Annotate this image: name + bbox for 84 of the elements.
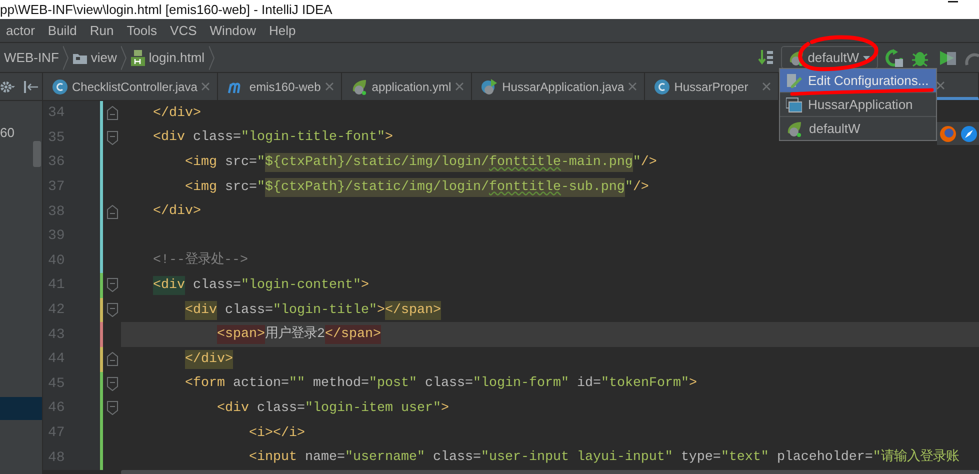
folder-icon [72, 52, 87, 64]
change-marker[interactable] [100, 174, 103, 200]
code-line: <div class="login-item user"> [216, 400, 449, 418]
code-line: <i></i> [248, 424, 305, 443]
spring-icon [786, 120, 803, 136]
coverage-icon[interactable] [939, 48, 957, 66]
change-marker[interactable] [100, 298, 103, 322]
fold-icon[interactable] [106, 401, 118, 416]
code-line: <img src="${ctxPath}/static/img/login/fonttitle-main.png"/> [184, 152, 657, 172]
chevron-icon [62, 46, 69, 70]
menu-item[interactable]: Build [42, 23, 83, 38]
edit-icon [786, 72, 802, 88]
fold-icon[interactable] [106, 204, 118, 219]
close-icon[interactable] [628, 82, 638, 91]
application-window-icon [786, 96, 802, 112]
fold-icon[interactable] [106, 106, 118, 120]
code-line: <div class="login-title"></span> [184, 300, 441, 320]
firefox-icon[interactable] [940, 126, 956, 142]
close-icon[interactable] [936, 80, 945, 90]
fold-icon[interactable] [106, 130, 118, 145]
change-marker[interactable] [100, 445, 103, 470]
horizontal-scrollbar[interactable] [121, 470, 979, 474]
close-icon[interactable] [324, 82, 334, 91]
fold-icon[interactable] [106, 352, 118, 366]
scrollbar-thumb[interactable] [33, 141, 41, 167]
caret-icon [862, 54, 871, 60]
change-marker[interactable] [100, 248, 103, 274]
breadcrumb-item[interactable]: view [68, 50, 121, 65]
code-line: <span>用户登录2</span> [216, 325, 381, 344]
menu-item[interactable]: HussarApplication [780, 93, 936, 117]
safari-icon[interactable] [961, 126, 977, 142]
menu-item[interactable]: Run [84, 23, 120, 38]
editor-tab[interactable]: ChecklistController.java [43, 73, 218, 100]
fold-icon[interactable] [106, 303, 118, 318]
code-line: <form action="" method="post" class="login-form" id="tokenForm"> [184, 375, 697, 394]
spring-icon [350, 78, 368, 94]
change-marker[interactable] [100, 273, 103, 298]
menu-item[interactable]: defaultW [780, 117, 936, 140]
change-marker[interactable] [100, 322, 103, 347]
class-icon [52, 78, 68, 94]
change-marker[interactable] [100, 150, 103, 175]
minimize-icon[interactable] [948, 0, 958, 4]
breadcrumb-item[interactable]: login.html [126, 50, 209, 66]
rerun-icon[interactable] [885, 48, 903, 66]
change-marker[interactable] [100, 101, 103, 126]
close-icon[interactable] [762, 82, 771, 91]
code-line: <img src="${ctxPath}/static/img/login/fonttitle-sub.png"/> [184, 178, 649, 197]
hide-panel-icon[interactable] [24, 80, 38, 94]
code-line: </div> [152, 203, 201, 222]
menu-item[interactable]: Help [263, 23, 302, 38]
change-marker[interactable] [100, 372, 103, 396]
change-marker[interactable] [100, 420, 103, 446]
settings-icon[interactable] [0, 80, 16, 94]
change-marker[interactable] [100, 199, 103, 224]
code-line: <div class="login-content"> [152, 276, 369, 295]
chevron-icon [208, 46, 215, 70]
class-icon [654, 78, 670, 94]
fold-icon[interactable] [106, 376, 118, 391]
spring-icon [788, 50, 805, 66]
editor-tab[interactable]: HussarApplication.java [472, 73, 646, 100]
editor-tab[interactable]: emis160-web [218, 73, 342, 100]
menu-item[interactable]: Tools [120, 23, 164, 38]
chevron-icon [120, 46, 127, 70]
menu-item[interactable]: Window [204, 23, 262, 38]
code-line: <!--登录处--> [152, 251, 248, 270]
change-marker[interactable] [100, 396, 103, 421]
code-line: <div class="login-title-font"> [152, 129, 393, 148]
window-title: pp\WEB-INF\view\login.html [emis160-web] - IntelliJ IDEA [0, 2, 332, 17]
close-icon[interactable] [201, 82, 210, 91]
html-file-icon [130, 50, 145, 66]
fold-icon[interactable] [106, 278, 118, 292]
close-icon[interactable] [455, 82, 464, 91]
code-line: </div> [152, 104, 201, 123]
spring-app-icon [481, 78, 498, 94]
editor-tab[interactable]: application.yml [342, 73, 472, 100]
menu-item[interactable]: VCS [164, 23, 203, 38]
sort-icon[interactable] [758, 48, 774, 66]
tree-item[interactable]: 60 [0, 121, 42, 144]
menu-item[interactable]: actor [0, 23, 41, 38]
code-line: <input name="username" class="user-input layui-input" type="text" placeholder="请输入登录账 [248, 448, 959, 468]
change-marker[interactable] [100, 224, 103, 249]
change-marker[interactable] [100, 126, 103, 150]
change-marker[interactable] [100, 346, 103, 372]
breadcrumb-item[interactable]: WEB-INF [0, 50, 63, 65]
